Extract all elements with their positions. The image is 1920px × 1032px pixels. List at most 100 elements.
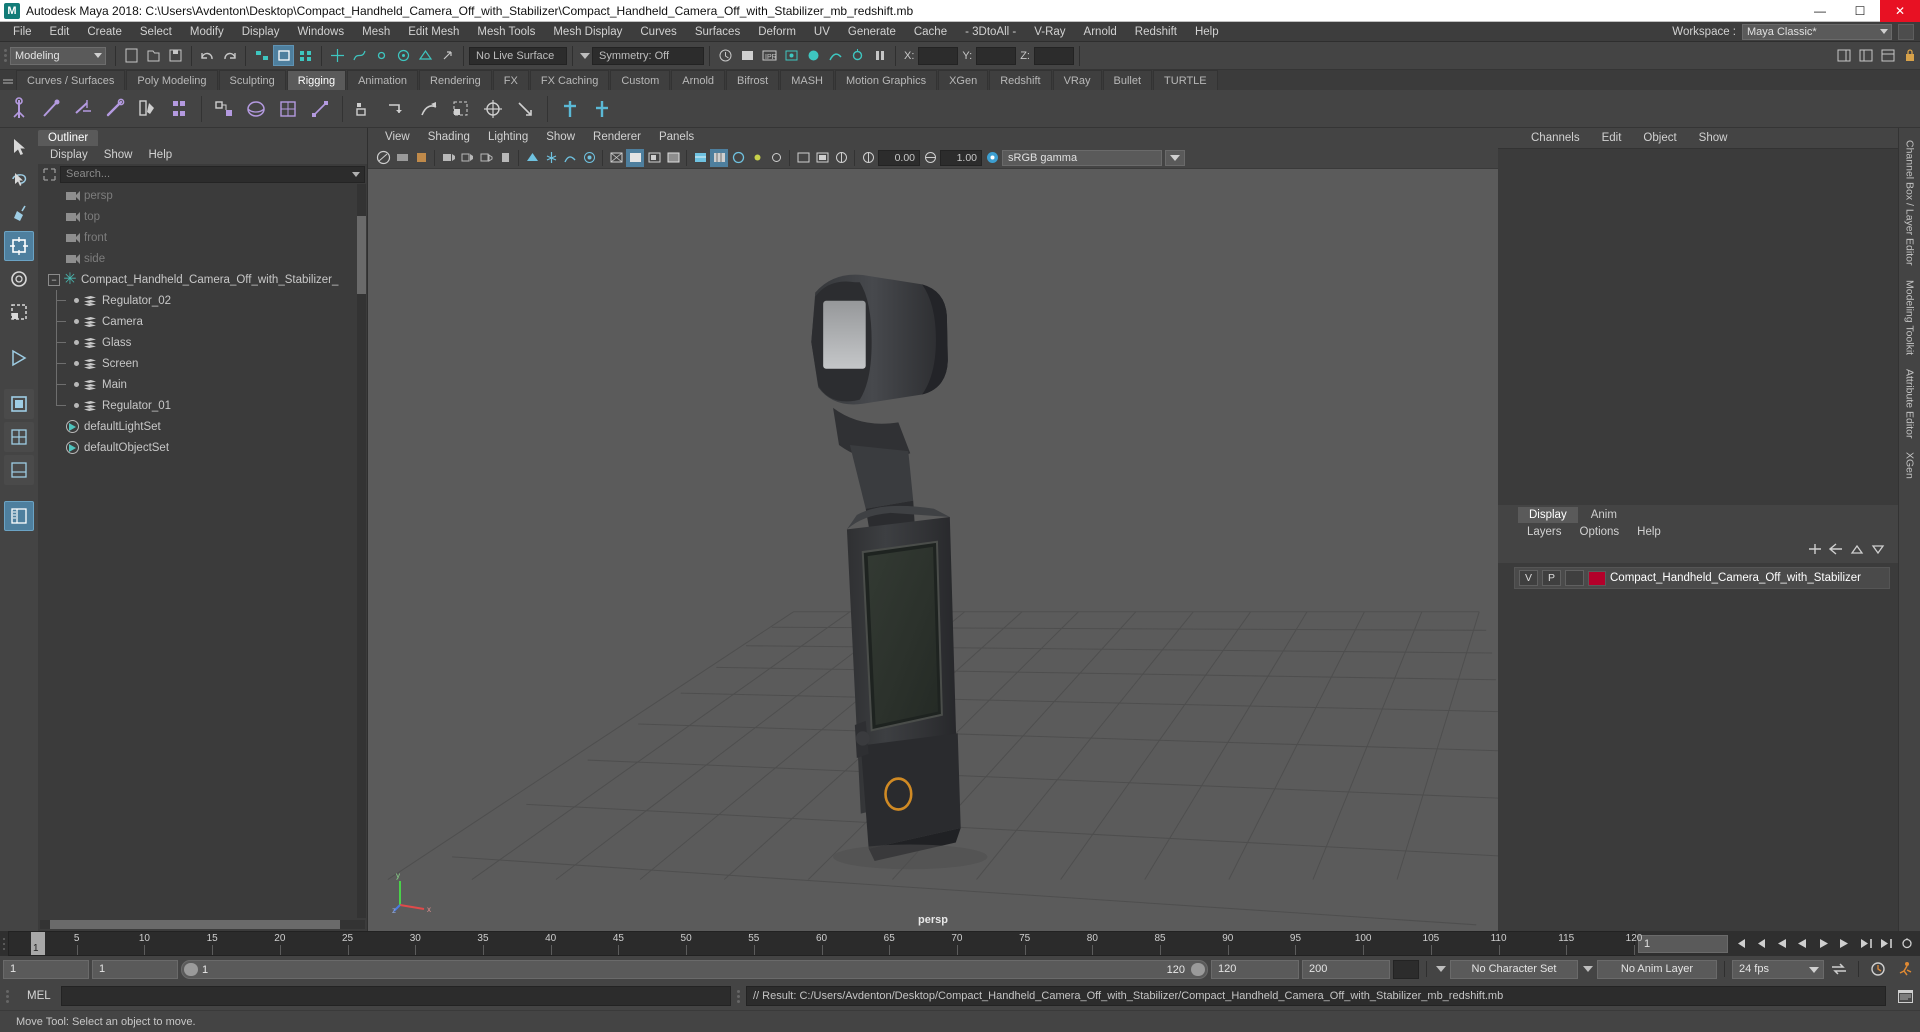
range-start-field[interactable]: 1 (3, 959, 89, 979)
xray-joints-icon[interactable] (748, 149, 766, 167)
outliner-item[interactable]: Camera (38, 311, 367, 332)
layer-editor-tab-anim[interactable]: Anim (1580, 507, 1628, 523)
last-tool-used-icon[interactable] (4, 343, 34, 373)
scrollbar-track[interactable] (40, 920, 365, 929)
outliner-item[interactable]: defaultLightSet (38, 416, 367, 437)
shelf-tab-fx[interactable]: FX (492, 70, 529, 90)
character-set-dropdown-icon[interactable] (1434, 960, 1447, 979)
perspective-viewport[interactable]: y x z persp (368, 169, 1498, 931)
select-by-hierarchy-icon[interactable] (251, 45, 272, 66)
menu-item-modify[interactable]: Modify (181, 22, 233, 42)
outliner-item[interactable]: − ✳ Compact_Handheld_Camera_Off_with_Stabi… (38, 269, 367, 290)
maximize-button[interactable]: ☐ (1840, 0, 1880, 22)
snap-to-projected-center-icon[interactable] (393, 45, 414, 66)
workspace-lock-icon[interactable] (1898, 23, 1914, 40)
range-left-handle[interactable] (184, 962, 198, 976)
perspective-layout-icon[interactable] (4, 455, 34, 485)
shelf-tab-bifrost[interactable]: Bifrost (726, 70, 780, 90)
shelf-tab-curves-surfaces[interactable]: Curves / Surfaces (16, 70, 126, 90)
command-line-grip[interactable] (4, 985, 11, 1007)
undo-icon[interactable] (197, 45, 218, 66)
minimize-button[interactable]: — (1800, 0, 1840, 22)
auto-key-button[interactable] (1393, 959, 1419, 979)
go-to-start-icon[interactable] (1730, 934, 1749, 954)
make-live-icon[interactable] (437, 45, 458, 66)
shelf-tab-mash[interactable]: MASH (780, 70, 834, 90)
symmetry-dropdown-icon[interactable] (578, 46, 591, 65)
open-scene-icon[interactable] (143, 45, 164, 66)
layer-menu-layers[interactable]: Layers (1518, 523, 1571, 541)
outliner-item[interactable]: Screen (38, 353, 367, 374)
ambient-occlusion-icon[interactable] (580, 149, 598, 167)
viewport-menu-lighting[interactable]: Lighting (479, 128, 537, 147)
live-surface-field[interactable]: No Live Surface (469, 46, 567, 65)
show-hide-attribute-editor-icon[interactable] (1855, 45, 1876, 66)
snap-to-view-plane-icon[interactable] (415, 45, 436, 66)
command-input[interactable] (61, 986, 731, 1006)
shelf-tab-rendering[interactable]: Rendering (419, 70, 492, 90)
bookmark-icon[interactable] (412, 149, 430, 167)
select-by-object-type-icon[interactable] (273, 45, 294, 66)
command-language-label[interactable]: MEL (15, 990, 57, 1002)
character-run-icon[interactable] (1893, 961, 1917, 977)
outliner-layout-icon[interactable] (4, 501, 34, 531)
menu-item-file[interactable]: File (4, 22, 41, 42)
new-scene-icon[interactable] (121, 45, 142, 66)
create-ik-handle-icon[interactable] (36, 94, 66, 124)
tree-collapse-toggle[interactable]: − (48, 273, 60, 286)
two-sided-lighting-icon[interactable] (458, 149, 476, 167)
scrollbar-thumb[interactable] (50, 920, 340, 929)
filter-icon[interactable] (40, 166, 58, 182)
point-constraint-icon[interactable] (382, 94, 412, 124)
layer-menu-options[interactable]: Options (1571, 523, 1629, 541)
exposure-lo-icon[interactable] (794, 149, 812, 167)
outliner-item[interactable]: Regulator_02 (38, 290, 367, 311)
time-slider-grip[interactable] (0, 931, 8, 956)
menu-item-mesh-tools[interactable]: Mesh Tools (468, 22, 544, 42)
menu-item-curves[interactable]: Curves (631, 22, 685, 42)
bind-skin-icon[interactable] (164, 94, 194, 124)
color-management-icon[interactable] (983, 149, 1001, 167)
save-scene-icon[interactable] (165, 45, 186, 66)
shelf-tab-arnold[interactable]: Arnold (671, 70, 726, 90)
parent-constraint-icon[interactable] (350, 94, 380, 124)
human-ik-icon[interactable] (587, 94, 617, 124)
loop-playback-icon[interactable] (1827, 962, 1851, 976)
outliner-tab[interactable]: Outliner (38, 130, 99, 146)
menu-item-surfaces[interactable]: Surfaces (686, 22, 749, 42)
menu-item-help[interactable]: Help (1186, 22, 1228, 42)
shadows-icon[interactable] (561, 149, 579, 167)
paint-select-tool-icon[interactable] (4, 198, 34, 228)
gamma-field[interactable]: 1.00 (940, 149, 982, 166)
two-pane-layout-icon[interactable] (4, 422, 34, 452)
shelf-tab-bullet[interactable]: Bullet (1102, 70, 1153, 90)
menu-item-mesh-display[interactable]: Mesh Display (544, 22, 631, 42)
pause-render-icon[interactable] (869, 45, 890, 66)
menu-item-mesh[interactable]: Mesh (353, 22, 399, 42)
move-layer-down-icon[interactable] (1871, 543, 1886, 561)
quick-rig-icon[interactable] (555, 94, 585, 124)
step-back-frame-icon[interactable] (1772, 934, 1791, 954)
menu-item-generate[interactable]: Generate (839, 22, 905, 42)
menu-item-redshift[interactable]: Redshift (1126, 22, 1186, 42)
channel-box-body[interactable] (1498, 148, 1898, 505)
texture-display-icon[interactable] (710, 148, 728, 167)
menu-item-create[interactable]: Create (78, 22, 131, 42)
paint-skin-weights-icon[interactable] (132, 94, 162, 124)
viewport-menu-show[interactable]: Show (537, 128, 584, 147)
coord-z-field[interactable] (1033, 46, 1074, 65)
symmetry-field[interactable]: Symmetry: Off (592, 46, 704, 65)
layer-type-toggle[interactable] (1565, 570, 1584, 586)
display-layer-row[interactable]: V P Compact_Handheld_Camera_Off_with_Stabi… (1514, 567, 1890, 589)
display-layer-list[interactable]: V P Compact_Handheld_Camera_Off_with_Stabi… (1498, 563, 1898, 931)
layer-playback-toggle[interactable]: P (1542, 570, 1561, 586)
gamma-stepper-icon[interactable] (921, 149, 939, 167)
animation-preferences-icon[interactable] (1898, 934, 1917, 954)
right-tab-attribute-editor[interactable]: Attribute Editor (1901, 363, 1919, 444)
character-set-field[interactable]: No Character Set (1450, 959, 1578, 979)
play-forwards-icon[interactable] (1814, 934, 1833, 954)
channelbox-menu-object[interactable]: Object (1632, 128, 1687, 148)
play-backwards-icon[interactable] (1793, 934, 1812, 954)
viewport-menu-shading[interactable]: Shading (419, 128, 479, 147)
shelf-tab-redshift[interactable]: Redshift (989, 70, 1052, 90)
